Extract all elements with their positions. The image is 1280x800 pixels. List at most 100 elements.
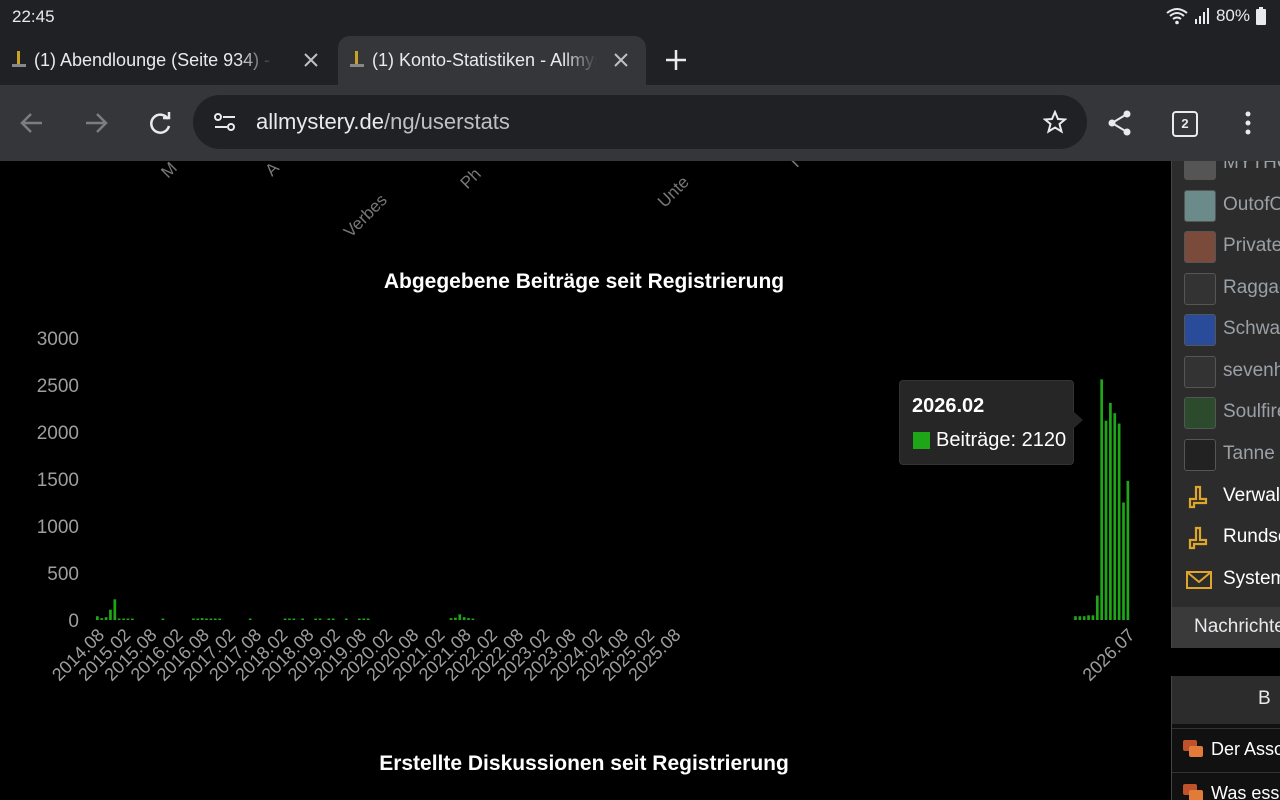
- bar[interactable]: [1087, 615, 1090, 620]
- avatar: [1184, 189, 1216, 222]
- bar[interactable]: [314, 618, 318, 621]
- bar[interactable]: [248, 618, 252, 621]
- bar[interactable]: [362, 618, 366, 621]
- bar[interactable]: [100, 618, 104, 620]
- y-tick-label: 1500: [37, 470, 79, 491]
- address-bar[interactable]: allmystery.de/ng/userstats: [193, 95, 1087, 149]
- contact-item[interactable]: Schwarzfisch: [1172, 310, 1280, 350]
- contact-item[interactable]: Ragga-Muffin: [1172, 269, 1280, 309]
- bookmark-star-icon[interactable]: [1043, 110, 1067, 134]
- close-icon[interactable]: [300, 49, 322, 71]
- contact-name: MYTHOS: [1223, 161, 1280, 173]
- bar[interactable]: [1082, 616, 1086, 620]
- system-item-label: Rundschreiben: [1223, 526, 1280, 547]
- bar[interactable]: [458, 614, 462, 620]
- envelope-icon: [1186, 570, 1212, 589]
- forward-arrow-icon[interactable]: [82, 109, 110, 137]
- bar[interactable]: [1095, 595, 1099, 620]
- previous-chart-axis-label: Verbes: [340, 190, 391, 241]
- system-item[interactable]: System: [1172, 560, 1280, 600]
- status-time: 22:45: [12, 7, 55, 26]
- bar[interactable]: [200, 618, 204, 620]
- y-tick-label: 3000: [37, 329, 79, 350]
- bar[interactable]: [1109, 402, 1112, 620]
- contact-item[interactable]: Soulfire: [1172, 393, 1280, 433]
- bar[interactable]: [454, 617, 457, 620]
- bar[interactable]: [196, 618, 200, 621]
- bar[interactable]: [205, 618, 208, 621]
- x-axis: 2014.082015.022015.082016.022016.082017.…: [48, 625, 1139, 685]
- previous-chart-axis-label: Ph: [457, 164, 485, 192]
- bar[interactable]: [192, 618, 195, 621]
- bar[interactable]: [301, 618, 304, 621]
- page-content: M A Verbes Ph Unte I 0 500 1000 1500 2000 2500 3000…: [0, 161, 1280, 800]
- avatar: [1184, 231, 1216, 263]
- bar[interactable]: [1122, 502, 1125, 621]
- contact-item[interactable]: MYTHOS: [1172, 161, 1280, 184]
- contact-item[interactable]: sevenhills: [1172, 352, 1280, 392]
- tab-abendlounge[interactable]: (1) Abendlounge (Seite 934) - Allmystery: [0, 36, 336, 85]
- contact-item[interactable]: Tanne: [1172, 435, 1280, 475]
- bar[interactable]: [318, 618, 322, 621]
- more-menu-icon[interactable]: [1234, 109, 1262, 137]
- bar[interactable]: [462, 617, 466, 620]
- bar[interactable]: [1104, 420, 1108, 620]
- tab-switcher-button[interactable]: 2: [1172, 111, 1198, 137]
- bar[interactable]: [327, 618, 331, 621]
- bar[interactable]: [122, 618, 125, 621]
- contact-item[interactable]: OutofOrder: [1172, 186, 1280, 226]
- tooltip-value: 2120: [1021, 429, 1067, 451]
- bar[interactable]: [357, 618, 361, 621]
- contact-name: Schwarzfisch: [1223, 318, 1280, 339]
- y-axis: 0 500 1000 1500 2000 2500 3000: [37, 329, 79, 632]
- bar[interactable]: [449, 618, 453, 620]
- y-tick-label: 2500: [37, 376, 79, 397]
- bar[interactable]: [288, 618, 291, 621]
- bar[interactable]: [292, 618, 296, 621]
- tab-konto-statistiken[interactable]: (1) Konto-Statistiken - Allmystery: [338, 36, 646, 85]
- new-tab-plus-icon[interactable]: [662, 46, 690, 74]
- bar[interactable]: [467, 618, 470, 620]
- tooltip-sep: :: [1010, 429, 1022, 451]
- avatar: [1184, 161, 1216, 180]
- messages-footer-button[interactable]: Nachrichten: [1172, 607, 1280, 648]
- close-icon[interactable]: [610, 49, 632, 71]
- browser-toolbar: allmystery.de/ng/userstats 2: [0, 85, 1280, 161]
- bar[interactable]: [1091, 615, 1095, 620]
- bar[interactable]: [218, 618, 221, 621]
- bar[interactable]: [130, 618, 134, 621]
- system-item[interactable]: Verwaltung: [1172, 477, 1280, 517]
- bar[interactable]: [1074, 616, 1077, 620]
- bar[interactable]: [109, 609, 112, 620]
- bar[interactable]: [283, 618, 287, 621]
- bar[interactable]: [1113, 413, 1117, 620]
- bar[interactable]: [213, 618, 217, 621]
- reload-icon[interactable]: [146, 109, 174, 137]
- wifi-icon: [1166, 8, 1188, 25]
- bar[interactable]: [113, 599, 117, 620]
- bar[interactable]: [126, 618, 130, 621]
- bar[interactable]: [209, 618, 213, 621]
- discussion-row[interactable]: Was ess: [1172, 772, 1280, 800]
- bar[interactable]: [104, 617, 108, 620]
- share-icon[interactable]: [1106, 109, 1134, 137]
- bar[interactable]: [96, 616, 99, 620]
- bar[interactable]: [117, 618, 121, 621]
- previous-chart-axis-label: Unte: [654, 172, 693, 211]
- bar[interactable]: [1078, 616, 1082, 620]
- system-item[interactable]: Rundschreiben: [1172, 518, 1280, 558]
- back-arrow-icon[interactable]: [18, 109, 46, 137]
- bar[interactable]: [1126, 480, 1130, 620]
- bar[interactable]: [161, 618, 165, 621]
- contact-item[interactable]: PrivateDancer: [1172, 227, 1280, 267]
- bar[interactable]: [331, 618, 335, 621]
- bar[interactable]: [344, 618, 348, 621]
- bar[interactable]: [471, 618, 475, 621]
- site-settings-icon[interactable]: [213, 111, 237, 133]
- bar[interactable]: [1100, 379, 1104, 620]
- discussion-row[interactable]: Der Asso: [1172, 728, 1280, 769]
- bar[interactable]: [1117, 423, 1121, 620]
- bar[interactable]: [366, 618, 370, 621]
- footer-label: Nachrichten: [1194, 616, 1280, 637]
- previous-chart-axis-label: A: [261, 161, 283, 180]
